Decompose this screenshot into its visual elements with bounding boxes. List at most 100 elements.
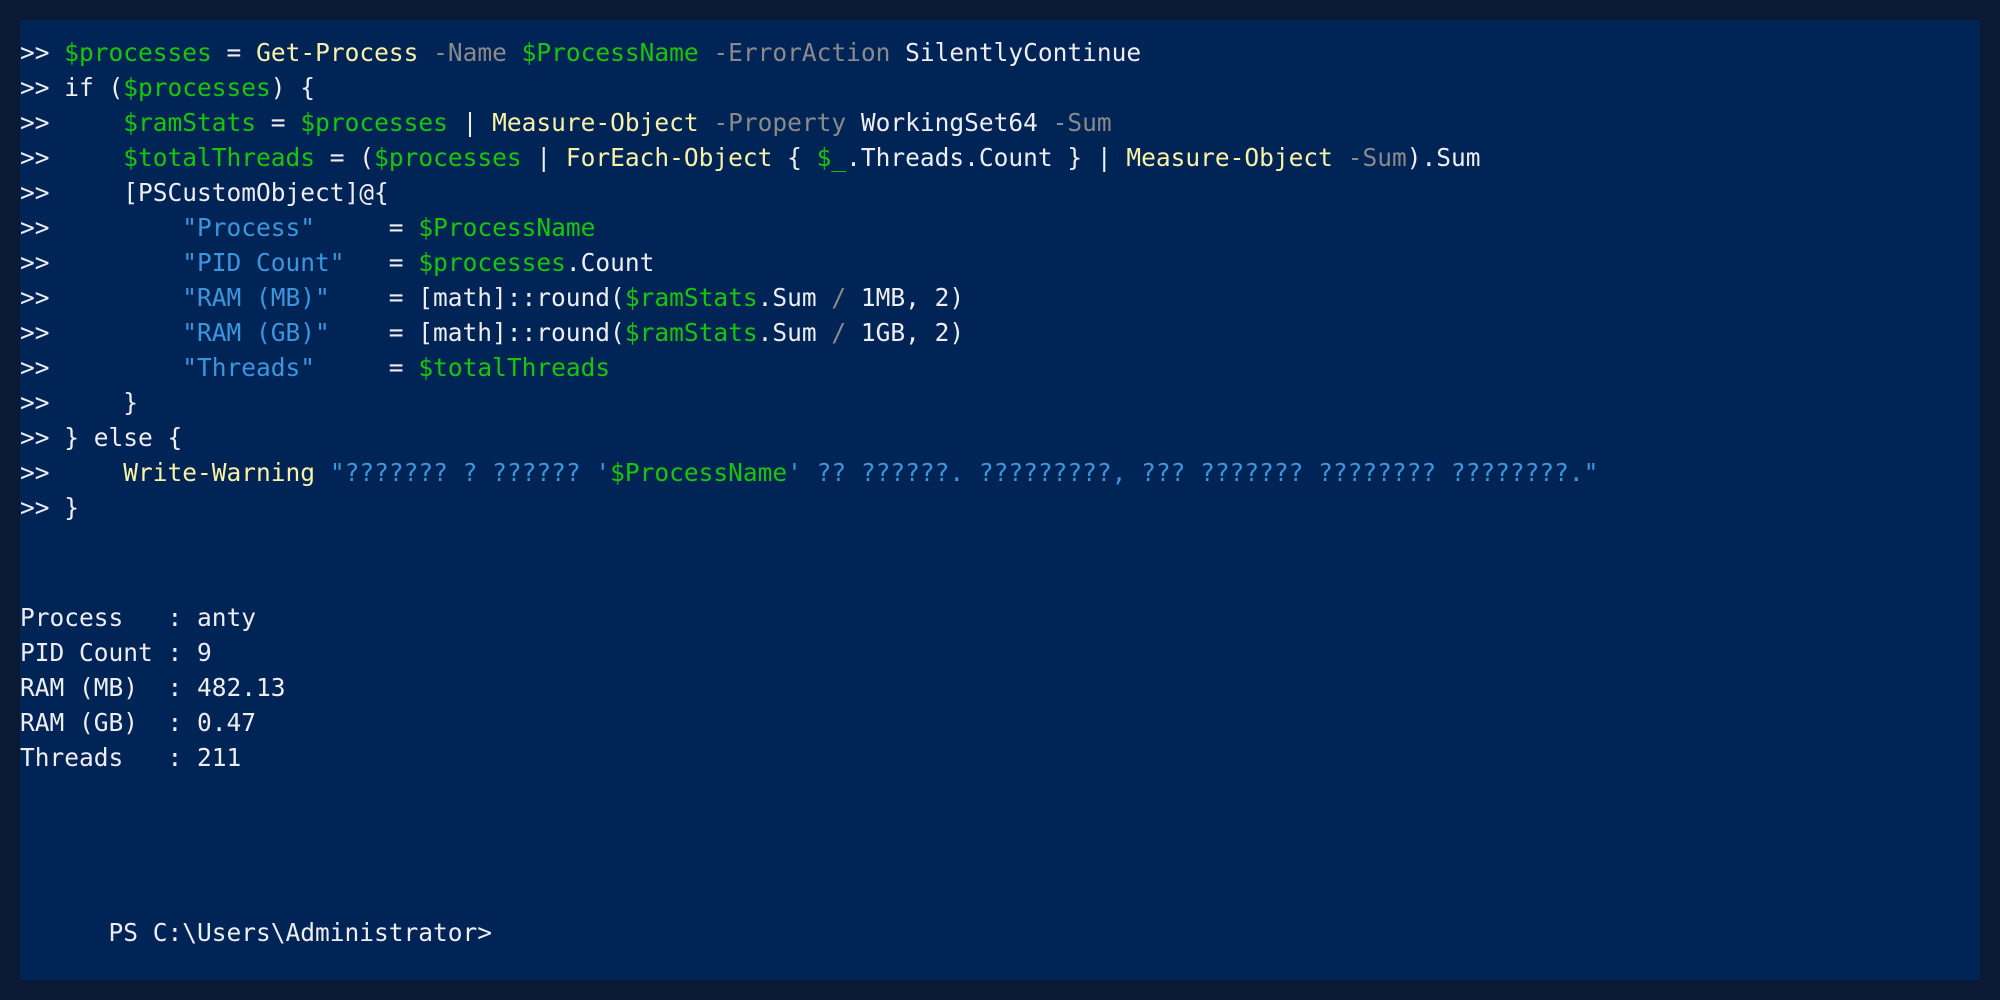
code-token-txt: = ( xyxy=(315,143,375,172)
code-line: >> if ($processes) { xyxy=(20,70,1598,105)
code-token-var: $totalThreads xyxy=(123,143,316,172)
code-token-cmd: ForEach-Object xyxy=(565,143,773,172)
output-row: Threads : 211 xyxy=(20,740,286,775)
code-token-var: $_ xyxy=(816,143,847,172)
output-value: 9 xyxy=(197,638,212,667)
code-line: >> Write-Warning "??????? ? ?????? '$Pro… xyxy=(20,455,1598,490)
output-sep: : xyxy=(152,638,198,667)
code-token-param: -Property xyxy=(713,108,847,137)
code-token-txt: 1MB, 2) xyxy=(846,283,965,312)
code-token-str: "Process" xyxy=(182,213,316,242)
output-sep: : xyxy=(152,743,198,772)
code-line: >> "PID Count" = $processes.Count xyxy=(20,245,1598,280)
continuation-prompt: >> xyxy=(20,423,50,452)
code-token-op: / xyxy=(831,318,847,347)
code-token-str: "??????? ? ?????? ' xyxy=(329,458,611,487)
continuation-prompt: >> xyxy=(20,178,50,207)
code-line: >> "Process" = $ProcessName xyxy=(20,210,1598,245)
code-token-txt: | xyxy=(447,108,493,137)
code-token-var: $ProcessName xyxy=(418,213,596,242)
continuation-prompt: >> xyxy=(20,248,50,277)
code-token-txt: = xyxy=(256,108,301,137)
output-row: Process : anty xyxy=(20,600,286,635)
code-token-txt: = xyxy=(211,38,257,67)
powershell-console[interactable]: >> $processes = Get-Process -Name $Proce… xyxy=(20,20,1980,980)
output-value: 211 xyxy=(197,743,242,772)
output-key: RAM (GB) xyxy=(20,708,153,737)
code-token-var: $totalThreads xyxy=(418,353,611,382)
code-token-param: -Sum xyxy=(1347,143,1407,172)
code-token-cmd: Measure-Object xyxy=(1126,143,1333,172)
code-line: >> "RAM (GB)" = [math]::round($ramStats.… xyxy=(20,315,1598,350)
code-token-op: / xyxy=(831,283,847,312)
code-token-str: "Threads" xyxy=(182,353,316,382)
code-token-txt: } xyxy=(49,493,80,522)
code-token-txt: } xyxy=(49,388,139,417)
code-token-txt: = xyxy=(315,213,419,242)
code-token-txt: = [math]::round( xyxy=(329,283,625,312)
continuation-prompt: >> xyxy=(20,143,50,172)
code-line: >> "Threads" = $totalThreads xyxy=(20,350,1598,385)
code-line: >> "RAM (MB)" = [math]::round($ramStats.… xyxy=(20,280,1598,315)
code-token-var: $processes xyxy=(64,38,212,67)
code-token-cmd: Measure-Object xyxy=(492,108,699,137)
continuation-prompt: >> xyxy=(20,213,50,242)
code-line: >> [PSCustomObject]@{ xyxy=(20,175,1598,210)
output-value: 0.47 xyxy=(197,708,257,737)
code-token-txt: 1GB, 2) xyxy=(846,318,965,347)
code-token-str: "PID Count" xyxy=(182,248,345,277)
code-line: >> $processes = Get-Process -Name $Proce… xyxy=(20,35,1598,70)
code-token-txt: .Sum xyxy=(757,283,832,312)
code-token-txt: WorkingSet64 xyxy=(846,108,1053,137)
output-value: 482.13 xyxy=(197,673,286,702)
prompt-line[interactable]: PS C:\Users\Administrator> xyxy=(20,880,493,980)
output-sep: : xyxy=(152,603,198,632)
continuation-prompt: >> xyxy=(20,493,50,522)
output-key: Threads xyxy=(20,743,153,772)
code-token-cmd: Write-Warning xyxy=(123,458,316,487)
code-token-txt: | xyxy=(521,143,566,172)
code-token-cmd: Get-Process xyxy=(256,38,419,67)
code-token-var: $processes xyxy=(418,248,566,277)
code-token-txt: ) { xyxy=(270,73,316,102)
continuation-prompt: >> xyxy=(20,353,50,382)
code-line: >> $ramStats = $processes | Measure-Obje… xyxy=(20,105,1598,140)
continuation-prompt: >> xyxy=(20,283,50,312)
code-token-param: -Name xyxy=(433,38,507,67)
output-key: PID Count xyxy=(20,638,153,667)
code-token-txt: SilentlyContinue xyxy=(890,38,1142,67)
code-token-var: $ProcessName xyxy=(610,458,788,487)
continuation-prompt: >> xyxy=(20,108,50,137)
continuation-prompt: >> xyxy=(20,38,50,67)
code-token-txt: if ( xyxy=(49,73,124,102)
prompt-text: PS C:\Users\Administrator> xyxy=(108,918,493,947)
code-token-var: $ramStats xyxy=(624,318,758,347)
output-sep: : xyxy=(152,708,198,737)
code-token-str: "RAM (MB)" xyxy=(182,283,330,312)
output-row: PID Count : 9 xyxy=(20,635,286,670)
code-line: >> $totalThreads = ($processes | ForEach… xyxy=(20,140,1598,175)
code-line: >> } xyxy=(20,385,1598,420)
code-token-txt: { xyxy=(772,143,817,172)
code-token-str: ' ?? ??????. ?????????, ??? ??????? ????… xyxy=(787,458,1599,487)
output-key: RAM (MB) xyxy=(20,673,153,702)
code-token-txt: = xyxy=(315,353,419,382)
code-token-txt: = [math]::round( xyxy=(329,318,625,347)
continuation-prompt: >> xyxy=(20,458,50,487)
output-value: anty xyxy=(197,603,257,632)
code-token-txt: [PSCustomObject]@{ xyxy=(49,178,389,207)
continuation-prompt: >> xyxy=(20,73,50,102)
